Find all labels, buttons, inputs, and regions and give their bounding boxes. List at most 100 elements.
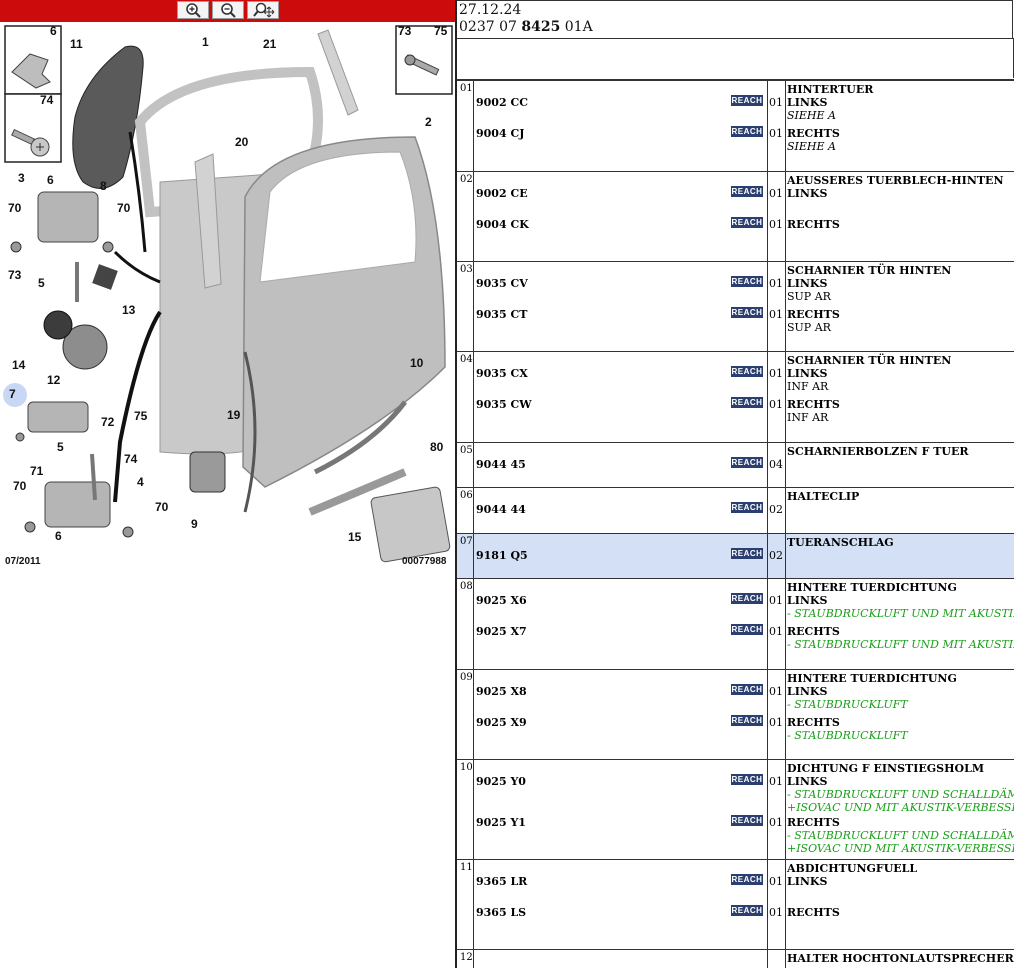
part-number-link[interactable]: 9035 CX [476, 367, 528, 380]
reach-badge[interactable]: REACH [731, 502, 763, 513]
table-row[interactable]: 06 9044 44 REACH 02 HALTECLIP [457, 488, 1014, 534]
part-number-cell [474, 950, 767, 968]
part-note: SUP AR [787, 321, 831, 334]
reach-badge[interactable]: REACH [731, 186, 763, 197]
callout-6[interactable]: 6 [55, 529, 62, 543]
callout-70[interactable]: 70 [13, 479, 27, 493]
callout-20[interactable]: 20 [235, 135, 249, 149]
zoom-move-button[interactable] [247, 1, 279, 19]
zoom-out-button[interactable] [212, 1, 244, 19]
table-row[interactable]: 11 9365 LR REACH 9365 LS REACH 01 01 ABDICHTUNG… [457, 860, 1014, 950]
callout-11[interactable]: 11 [70, 37, 83, 51]
part-number-link[interactable]: 9025 X7 [476, 625, 527, 638]
reach-badge[interactable]: REACH [731, 715, 763, 726]
callout-5[interactable]: 5 [57, 440, 64, 454]
callout-6[interactable]: 6 [47, 173, 54, 187]
table-row[interactable]: 10 9025 Y0 REACH 9025 Y1 REACH 01 01 DICHTUNG F… [457, 760, 1014, 860]
callout-71[interactable]: 71 [30, 464, 44, 478]
part-note: - STAUBDRUCKLUFT [787, 729, 908, 742]
zoom-in-icon [186, 3, 201, 18]
callout-6[interactable]: 6 [50, 24, 57, 38]
table-row[interactable]: 04 9035 CX REACH 9035 CW REACH 01 01 SCHARNIER … [457, 352, 1014, 443]
part-number-link[interactable]: 9044 45 [476, 458, 526, 471]
table-row[interactable]: 12 HALTER HOCHTONLAUTSPRECHER HI [457, 950, 1014, 968]
part-number-link[interactable]: 9035 CT [476, 308, 527, 321]
callout-75[interactable]: 75 [134, 409, 148, 423]
table-row[interactable]: 05 9044 45 REACH 04 SCHARNIERBOLZEN F TUER [457, 443, 1014, 488]
reach-badge[interactable]: REACH [731, 593, 763, 604]
reach-badge[interactable]: REACH [731, 815, 763, 826]
callout-4[interactable]: 4 [137, 475, 144, 489]
side-label: RECHTS [787, 625, 840, 638]
callout-14[interactable]: 14 [12, 358, 26, 372]
part-number-link[interactable]: 9004 CK [476, 218, 529, 231]
description-cell: AEUSSERES TUERBLECH-HINTEN LINKS RECHTS [785, 172, 1014, 261]
callout-5[interactable]: 5 [38, 276, 45, 290]
table-row[interactable]: 09 9025 X8 REACH 9025 X9 REACH 01 01 HINTERE TU… [457, 670, 1014, 760]
zoom-in-button[interactable] [177, 1, 209, 19]
callout-74[interactable]: 74 [40, 93, 54, 107]
table-row[interactable]: 03 9035 CV REACH 9035 CT REACH 01 01 SCHARNIER … [457, 262, 1014, 352]
part-number-link[interactable]: 9044 44 [476, 503, 526, 516]
callout-10[interactable]: 10 [410, 356, 424, 370]
callout-19[interactable]: 19 [227, 408, 241, 422]
table-row[interactable]: 02 9002 CE REACH 9004 CK REACH 01 01 AEUSSERES … [457, 172, 1014, 262]
callout-2[interactable]: 2 [425, 115, 432, 129]
callout-8[interactable]: 8 [100, 179, 107, 193]
part-number-link[interactable]: 9002 CC [476, 96, 528, 109]
reach-badge[interactable]: REACH [731, 624, 763, 635]
callout-74[interactable]: 74 [124, 452, 138, 466]
part-number-link[interactable]: 9035 CW [476, 398, 532, 411]
callout-12[interactable]: 12 [47, 373, 61, 387]
callout-1[interactable]: 1 [202, 35, 209, 49]
reach-badge[interactable]: REACH [731, 548, 763, 559]
part-number-link[interactable]: 9025 X6 [476, 594, 527, 607]
reach-badge[interactable]: REACH [731, 905, 763, 916]
part-title: SCHARNIER TÜR HINTEN [787, 264, 952, 277]
callout-21[interactable]: 21 [263, 37, 277, 51]
table-row[interactable]: 07 9181 Q5 REACH 02 TUERANSCHLAG [457, 534, 1014, 579]
reach-badge[interactable]: REACH [731, 126, 763, 137]
side-label: LINKS [787, 875, 828, 888]
part-number-link[interactable]: 9365 LR [476, 875, 527, 888]
reach-badge[interactable]: REACH [731, 276, 763, 287]
quantity-value: 01 [769, 816, 783, 829]
speaker-cover-part [43, 310, 73, 340]
callout-9[interactable]: 9 [191, 517, 198, 531]
callout-3[interactable]: 3 [18, 171, 25, 185]
callout-73[interactable]: 73 [398, 24, 412, 38]
reach-badge[interactable]: REACH [731, 95, 763, 106]
reach-badge[interactable]: REACH [731, 774, 763, 785]
callout-70[interactable]: 70 [8, 201, 22, 215]
table-row[interactable]: 08 9025 X6 REACH 9025 X7 REACH 01 01 HINTERE TU… [457, 579, 1014, 670]
callout-7[interactable]: 7 [9, 387, 16, 401]
reach-badge[interactable]: REACH [731, 307, 763, 318]
callout-80[interactable]: 80 [430, 440, 444, 454]
part-number-link[interactable]: 9002 CE [476, 187, 528, 200]
table-row[interactable]: 01 9002 CC REACH 9004 CJ REACH 01 01 HINTERTUER… [457, 81, 1014, 172]
part-number-link[interactable]: 9025 X9 [476, 716, 527, 729]
callout-13[interactable]: 13 [122, 303, 136, 317]
reach-badge[interactable]: REACH [731, 457, 763, 468]
callout-75[interactable]: 75 [434, 24, 448, 38]
reach-badge[interactable]: REACH [731, 684, 763, 695]
callout-70[interactable]: 70 [155, 500, 169, 514]
part-number-link[interactable]: 9025 X8 [476, 685, 527, 698]
part-number-link[interactable]: 9035 CV [476, 277, 528, 290]
reach-badge[interactable]: REACH [731, 874, 763, 885]
part-number-link[interactable]: 9004 CJ [476, 127, 524, 140]
callout-72[interactable]: 72 [101, 415, 115, 429]
description-cell: HINTERE TUERDICHTUNG LINKS - STAUBDRUCKLUF… [785, 670, 1014, 759]
part-number-link[interactable]: 9025 Y0 [476, 775, 526, 788]
reach-badge[interactable]: REACH [731, 366, 763, 377]
reach-badge[interactable]: REACH [731, 397, 763, 408]
part-number-cell: 9025 Y0 REACH 9025 Y1 REACH [474, 760, 767, 859]
part-number-link[interactable]: 9181 Q5 [476, 549, 528, 562]
callout-70[interactable]: 70 [117, 201, 131, 215]
part-number-link[interactable]: 9025 Y1 [476, 816, 526, 829]
quantity-value: 01 [769, 127, 783, 140]
callout-73[interactable]: 73 [8, 268, 22, 282]
part-number-link[interactable]: 9365 LS [476, 906, 526, 919]
reach-badge[interactable]: REACH [731, 217, 763, 228]
callout-15[interactable]: 15 [348, 530, 362, 544]
